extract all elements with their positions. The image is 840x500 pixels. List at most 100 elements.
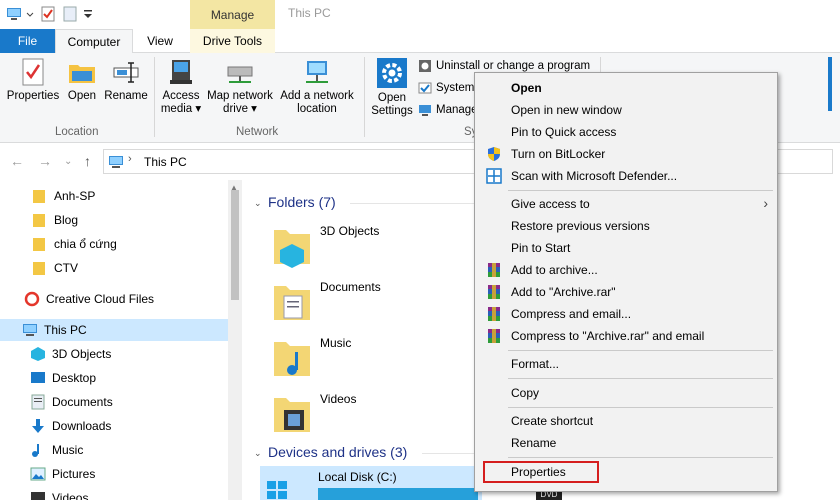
- menu-item-give-access[interactable]: Give access to ›: [476, 193, 776, 215]
- tab-view[interactable]: View: [135, 29, 185, 53]
- address-path[interactable]: This PC: [144, 155, 187, 169]
- menu-item-add-archive[interactable]: Add to archive...: [476, 259, 776, 281]
- back-arrow-icon[interactable]: ←: [10, 153, 24, 169]
- nav-item-label: Creative Cloud Files: [46, 292, 155, 306]
- collapse-chevron-icon[interactable]: ⌄: [254, 448, 262, 459]
- drives-section-header[interactable]: Devices and drives (3): [268, 444, 407, 460]
- nav-item-creative-cloud-files[interactable]: Creative Cloud Files: [0, 288, 228, 310]
- nav-item-pictures[interactable]: Pictures: [0, 463, 228, 485]
- 3d-objects-icon: [31, 347, 45, 361]
- nav-item-label: Anh-SP: [54, 189, 96, 203]
- menu-label: Scan with Microsoft Defender...: [511, 169, 678, 183]
- menu-item-create-shortcut[interactable]: Create shortcut: [476, 410, 776, 432]
- menu-item-copy[interactable]: Copy: [476, 382, 776, 404]
- menu-item-rename[interactable]: Rename: [476, 432, 776, 454]
- menu-separator: [508, 350, 773, 351]
- breadcrumb-separator-icon[interactable]: ›: [128, 153, 132, 165]
- group-divider: [154, 57, 155, 137]
- nav-item-downloads[interactable]: Downloads: [0, 415, 228, 437]
- menu-item-compress-email[interactable]: Compress and email...: [476, 303, 776, 325]
- computer-icon[interactable]: [6, 6, 22, 22]
- forward-arrow-icon[interactable]: →: [38, 153, 52, 169]
- nav-item-documents[interactable]: Documents: [0, 391, 228, 413]
- nav-item-anh-sp[interactable]: Anh-SP: [0, 185, 228, 207]
- documents-folder-icon: [274, 286, 310, 320]
- menu-item-open-new-window[interactable]: Open in new window: [476, 99, 776, 121]
- tab-drive-tools[interactable]: Drive Tools: [190, 29, 275, 53]
- menu-label: Restore previous versions: [511, 219, 650, 233]
- menu-item-restore-versions[interactable]: Restore previous versions: [476, 215, 776, 237]
- title-bar: Manage This PC: [0, 0, 840, 29]
- winrar-icon: [488, 285, 500, 299]
- context-menu: Open Open in new window Pin to Quick acc…: [474, 72, 778, 492]
- nav-item-videos[interactable]: Videos: [0, 487, 228, 500]
- folder-label: Videos: [320, 392, 357, 406]
- rename-ribbon-button[interactable]: Rename: [104, 57, 148, 103]
- system-properties-button[interactable]: System: [418, 81, 474, 95]
- menu-label: Compress and email...: [511, 307, 632, 321]
- nav-item-ctv[interactable]: CTV: [0, 257, 228, 279]
- menu-item-compress-rar-email[interactable]: Compress to "Archive.rar" and email: [476, 325, 776, 347]
- access-media-label-2: media ▾: [160, 103, 202, 115]
- folder-label: 3D Objects: [320, 224, 380, 238]
- menu-separator: [508, 378, 773, 379]
- up-arrow-icon[interactable]: ↑: [84, 153, 91, 169]
- nav-item-this-pc[interactable]: This PC: [0, 319, 228, 341]
- new-folder-icon[interactable]: [62, 6, 78, 22]
- winrar-icon: [488, 263, 500, 277]
- nav-item-chia-o-cung[interactable]: chia ổ cứng: [0, 233, 228, 255]
- section-divider: [350, 203, 480, 204]
- defender-icon: [486, 168, 502, 184]
- nav-item-blog[interactable]: Blog: [0, 209, 228, 231]
- dropdown-arrow-icon[interactable]: [25, 6, 35, 22]
- nav-scrollbar-thumb[interactable]: [231, 190, 239, 300]
- customize-qat-icon[interactable]: [82, 6, 94, 22]
- folder-3d-objects[interactable]: 3D Objects: [272, 224, 379, 268]
- folder-videos[interactable]: Videos: [272, 392, 356, 436]
- collapse-chevron-icon[interactable]: ⌄: [254, 198, 262, 209]
- winrar-icon: [488, 329, 500, 343]
- menu-item-open[interactable]: Open: [476, 77, 776, 99]
- drive-c-usage-bar: [318, 488, 478, 500]
- drive-c-label: Local Disk (C:): [318, 470, 397, 484]
- menu-label: Give access to: [511, 197, 590, 211]
- uninstall-program-button[interactable]: Uninstall or change a program: [418, 59, 590, 73]
- manage-tab[interactable]: Manage: [190, 0, 275, 29]
- scroll-up-icon[interactable]: ▲: [230, 183, 238, 192]
- menu-item-defender-scan[interactable]: Scan with Microsoft Defender...: [476, 165, 776, 187]
- folder-music[interactable]: Music: [272, 336, 351, 380]
- nav-item-label: This PC: [44, 323, 87, 337]
- menu-item-bitlocker[interactable]: Turn on BitLocker: [476, 143, 776, 165]
- shield-icon: [488, 147, 500, 161]
- drive-c-tile[interactable]: Local Disk (C:): [260, 466, 482, 500]
- tab-computer[interactable]: Computer: [55, 29, 133, 54]
- nav-item-music[interactable]: Music: [0, 439, 228, 461]
- recent-locations-chevron-icon[interactable]: ⌄: [64, 156, 72, 167]
- manage-button[interactable]: Manage: [418, 103, 478, 117]
- network-group-label: Network: [236, 126, 279, 138]
- desktop-icon: [31, 372, 45, 383]
- tab-file[interactable]: File: [0, 29, 55, 53]
- menu-item-add-archive-rar[interactable]: Add to "Archive.rar": [476, 281, 776, 303]
- folder-documents[interactable]: Documents: [272, 280, 381, 324]
- add-network-location-button[interactable]: Add a network location: [278, 57, 356, 116]
- menu-item-format[interactable]: Format...: [476, 353, 776, 375]
- access-media-button[interactable]: Access media ▾: [160, 57, 202, 116]
- nav-item-3d-objects[interactable]: 3D Objects: [0, 343, 228, 365]
- menu-label: Pin to Start: [511, 241, 571, 255]
- open-ribbon-button[interactable]: Open: [64, 57, 100, 103]
- menu-item-pin-quick-access[interactable]: Pin to Quick access: [476, 121, 776, 143]
- map-network-drive-button[interactable]: Map network drive ▾: [204, 57, 276, 116]
- menu-item-pin-start[interactable]: Pin to Start: [476, 237, 776, 259]
- music-folder-icon: [274, 342, 310, 376]
- properties-check-icon[interactable]: [40, 6, 56, 22]
- music-note-icon: [32, 444, 39, 457]
- properties-highlight-box: [483, 461, 599, 483]
- folder-label: Music: [320, 336, 352, 350]
- menu-separator: [508, 190, 773, 191]
- properties-ribbon-button[interactable]: Properties: [6, 57, 60, 103]
- nav-item-desktop[interactable]: Desktop: [0, 367, 228, 389]
- open-settings-button[interactable]: Open Settings: [370, 57, 414, 118]
- uninstall-label: Uninstall or change a program: [436, 60, 591, 72]
- folders-section-header[interactable]: Folders (7): [268, 194, 336, 210]
